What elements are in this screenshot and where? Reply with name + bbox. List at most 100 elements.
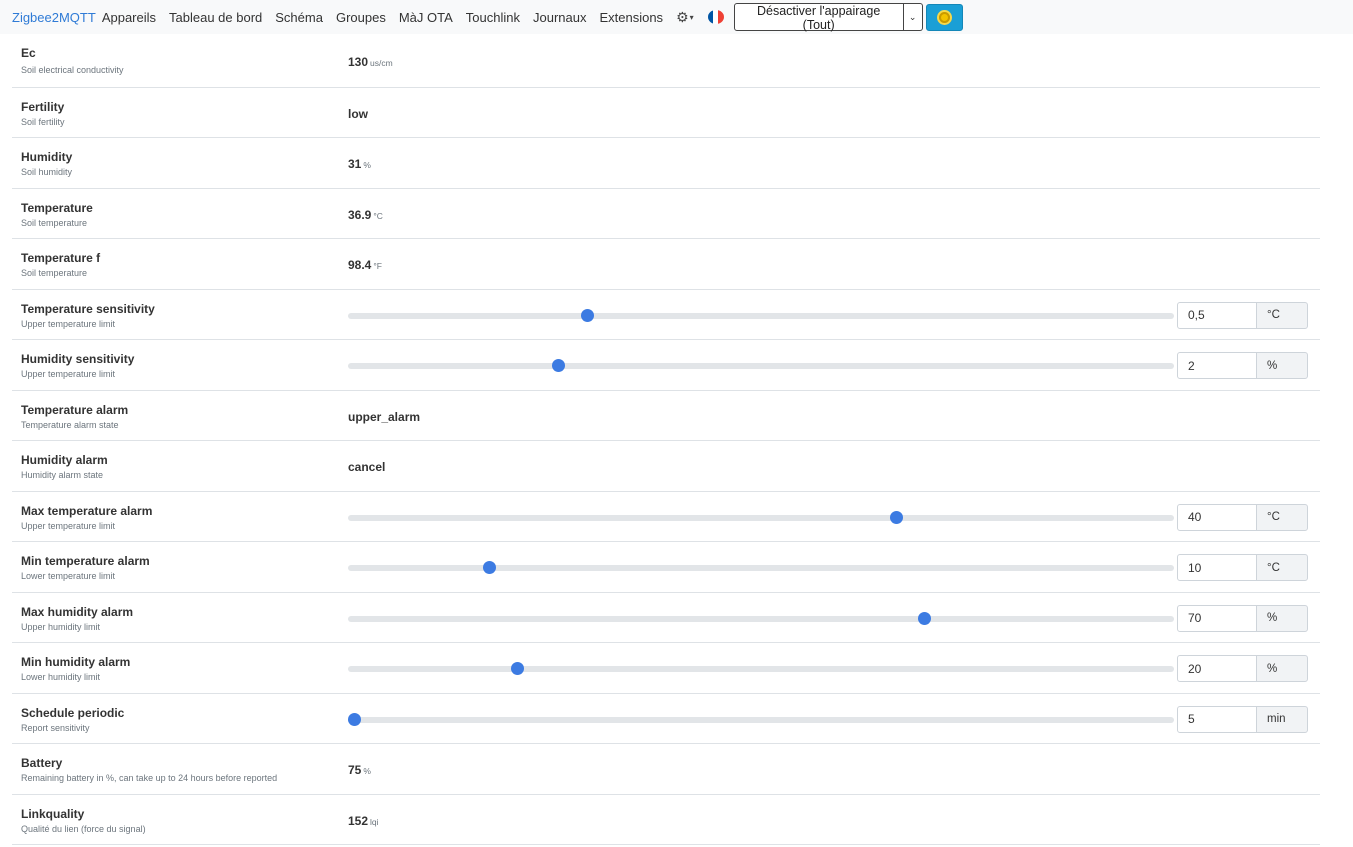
- expose-value: 98.4 °F: [348, 258, 382, 272]
- unit-addon: %: [1256, 604, 1308, 632]
- nav-link-map[interactable]: Schéma: [275, 10, 323, 25]
- slider-thumb[interactable]: [347, 712, 361, 726]
- expose-row: Temperature alarm Temperature alarm state…: [12, 391, 1320, 441]
- value-text: 130: [348, 55, 369, 69]
- slider-thumb[interactable]: [580, 308, 594, 322]
- number-input[interactable]: [1177, 554, 1257, 581]
- nav-link-devices[interactable]: Appareils: [102, 10, 156, 25]
- number-input[interactable]: [1177, 655, 1257, 682]
- chevron-down-icon: ⌄: [908, 11, 917, 22]
- expose-name: Humidity alarm: [21, 453, 108, 467]
- expose-description: Soil humidity: [21, 167, 73, 177]
- expose-row: Min temperature alarm Lower temperature l…: [12, 542, 1320, 593]
- expose-name: Humidity sensitivity: [21, 352, 135, 366]
- expose-name: Schedule periodic: [21, 705, 125, 720]
- expose-name: Linkquality: [21, 806, 85, 821]
- expose-description: Lower humidity limit: [21, 672, 101, 682]
- expose-value: 31%: [348, 157, 371, 171]
- exposes-list: Ec Soil electrical conductivity 130 us/cm Fe…: [12, 37, 1320, 845]
- expose-description: Upper temperature limit: [21, 318, 116, 329]
- number-input[interactable]: [1177, 604, 1257, 632]
- expose-name: Battery: [21, 756, 63, 770]
- number-input[interactable]: [1177, 503, 1257, 531]
- expose-row: Max humidity alarm Upper humidity limit%: [12, 593, 1320, 643]
- expose-name: Min humidity alarm: [21, 655, 131, 669]
- expose-name: Ec: [21, 46, 36, 60]
- expose-value: cancel: [348, 460, 385, 474]
- chevron-down-icon: ▾: [689, 12, 694, 22]
- expose-description: Report sensitivity: [21, 722, 90, 733]
- expose-description: Lower temperature limit: [21, 571, 116, 581]
- navbar: Zigbee2MQTT Appareils Tableau de bord Sc…: [0, 0, 1353, 34]
- expose-row: Humidity alarm Humidity alarm state cancel: [12, 441, 1320, 492]
- unit-addon: °C: [1256, 301, 1308, 329]
- value-text: 31: [348, 157, 362, 171]
- value-unit: °C: [373, 210, 383, 221]
- slider-thumb[interactable]: [551, 359, 565, 372]
- value-text: 75: [348, 763, 362, 777]
- nav-link-groups[interactable]: Groupes: [336, 10, 386, 25]
- number-input[interactable]: [1177, 352, 1257, 379]
- expose-value: 130 us/cm: [348, 55, 393, 69]
- expose-name: Temperature f: [21, 251, 101, 265]
- range-slider[interactable]: [348, 662, 1174, 675]
- value-text: upper_alarm: [348, 409, 421, 424]
- range-slider[interactable]: [348, 561, 1174, 574]
- number-input[interactable]: [1177, 301, 1257, 329]
- value-unit: lqi: [370, 816, 379, 827]
- expose-row: Battery Remaining battery in %, can take …: [12, 744, 1320, 795]
- permit-join-group: Désactiver l'appairage (Tout) ⌄: [733, 3, 923, 32]
- expose-row: Schedule periodic Report sensitivity min: [12, 694, 1320, 744]
- expose-description: Soil temperature: [21, 268, 88, 278]
- slider-thumb[interactable]: [917, 611, 931, 625]
- number-input[interactable]: [1177, 705, 1257, 733]
- permit-join-button[interactable]: Désactiver l'appairage (Tout): [733, 3, 904, 32]
- nav-link-dashboard[interactable]: Tableau de bord: [169, 10, 262, 25]
- brand-link[interactable]: Zigbee2MQTT: [12, 10, 96, 25]
- expose-description: Soil electrical conductivity: [21, 65, 124, 75]
- range-slider[interactable]: [347, 712, 1174, 726]
- value-text: 152: [348, 813, 369, 828]
- range-slider[interactable]: [348, 510, 1174, 524]
- expose-description: Humidity alarm state: [21, 470, 104, 480]
- value-unit: us/cm: [370, 58, 393, 68]
- expose-value: upper_alarm: [348, 410, 420, 424]
- expose-row: Linkquality Qualité du lien (force du sig…: [12, 795, 1320, 845]
- nav-link-extensions[interactable]: Extensions: [599, 10, 663, 25]
- expose-name: Temperature alarm: [21, 402, 129, 417]
- expose-value: low: [348, 107, 368, 121]
- expose-name: Humidity: [21, 150, 73, 164]
- expose-row: Humidity Soil humidity 31%: [12, 138, 1320, 189]
- expose-description: Upper temperature limit: [21, 520, 116, 531]
- unit-addon: °C: [1256, 554, 1308, 581]
- slider-thumb[interactable]: [483, 561, 497, 574]
- slider-thumb[interactable]: [890, 510, 904, 524]
- expose-value: 152 lqi: [348, 814, 379, 828]
- nav-link-ota[interactable]: MàJ OTA: [399, 10, 453, 25]
- permit-join-dropdown-button[interactable]: ⌄: [903, 3, 923, 31]
- value-text: 98.4: [348, 258, 372, 272]
- range-slider[interactable]: [348, 611, 1174, 625]
- range-slider[interactable]: [348, 359, 1174, 372]
- value-text: 36.9: [348, 207, 372, 222]
- expose-description: Remaining battery in %, can take up to 2…: [21, 773, 278, 783]
- theme-toggle-button[interactable]: [925, 3, 963, 31]
- range-slider[interactable]: [348, 308, 1174, 322]
- slider-thumb[interactable]: [510, 662, 524, 675]
- expose-name: Fertility: [21, 99, 65, 114]
- expose-row: Min humidity alarm Lower humidity limit%: [12, 643, 1320, 694]
- expose-description: Soil fertility: [21, 116, 65, 127]
- expose-description: Soil temperature: [21, 217, 88, 228]
- expose-row: Humidity sensitivity Upper temperature li…: [12, 340, 1320, 391]
- french-flag-icon[interactable]: [707, 10, 724, 24]
- unit-addon: min: [1256, 705, 1308, 733]
- expose-row: Temperature sensitivity Upper temperature…: [12, 290, 1320, 340]
- settings-dropdown[interactable]: ⚙ ▾: [676, 9, 694, 26]
- expose-value: 75%: [348, 763, 371, 777]
- expose-name: Max humidity alarm: [21, 604, 134, 619]
- nav-link-logs[interactable]: Journaux: [533, 10, 586, 25]
- nav-link-touchlink[interactable]: Touchlink: [466, 10, 520, 25]
- value-unit: %: [363, 766, 371, 776]
- expose-description: Temperature alarm state: [21, 419, 119, 430]
- value-unit: °F: [373, 261, 382, 271]
